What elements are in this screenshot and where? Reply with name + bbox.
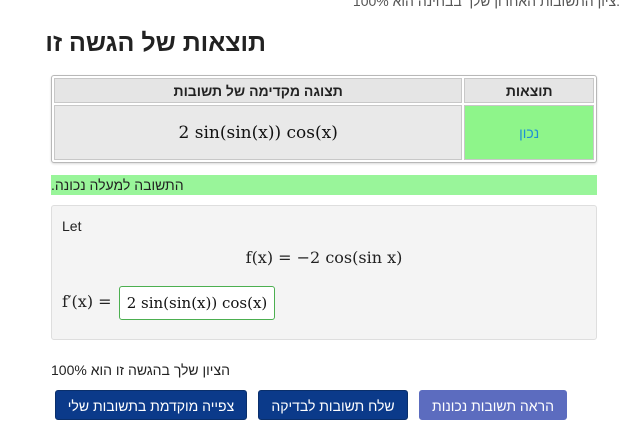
answer-input[interactable]: 2 sin(sin(x)) cos(x)	[119, 286, 275, 320]
table-header-row: תצוגה מקדימה של תשובות תוצאות	[54, 78, 594, 103]
correct-status-message: התשובה למעלה נכונה.	[51, 177, 184, 193]
answer-preview-math: 2 sin(sin(x)) cos(x)	[178, 122, 338, 143]
problem-box: Let f(x) = −2 cos(sin x) f′(x) = 2 sin(s…	[51, 205, 597, 340]
grade-text: הציון שלך בהגשה זו הוא 100%	[51, 362, 230, 378]
answer-preview-cell: 2 sin(sin(x)) cos(x)	[54, 105, 463, 160]
function-definition: f(x) = −2 cos(sin x)	[245, 248, 403, 267]
results-table: תצוגה מקדימה של תשובות תוצאות 2 sin(sin(…	[51, 75, 597, 163]
result-cell: נכון	[464, 105, 594, 160]
page-title: תוצאות של הגשה זו	[45, 29, 266, 57]
table-row: 2 sin(sin(x)) cos(x) נכון	[54, 105, 594, 160]
let-label: Let	[62, 218, 82, 234]
derivative-label: f′(x) =	[62, 292, 112, 311]
submit-answers-button[interactable]: שלח תשובות לבדיקה	[258, 390, 408, 420]
column-header-preview: תצוגה מקדימה של תשובות	[54, 78, 463, 103]
column-header-result: תוצאות	[464, 78, 594, 103]
preview-answers-button[interactable]: צפייה מוקדמת בתשובות שלי	[55, 390, 247, 420]
show-correct-answers-button[interactable]: הראה תשובות נכונות	[419, 390, 567, 420]
previous-score-text: .ציון התשובות האחרון שלך בבחינה הוא 100%	[352, 0, 620, 9]
correct-status-bar: התשובה למעלה נכונה.	[51, 175, 597, 195]
